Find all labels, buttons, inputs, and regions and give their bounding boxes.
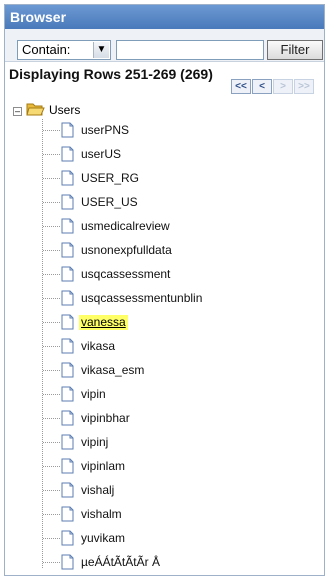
document-icon — [61, 530, 74, 546]
tree-item[interactable]: USER_RG — [43, 167, 303, 191]
tree-connector-line — [43, 250, 60, 251]
next-page-button[interactable]: > — [273, 79, 293, 94]
document-icon — [61, 458, 74, 474]
document-icon — [61, 218, 74, 234]
tree-connector-line — [43, 490, 60, 491]
tree-connector-line — [43, 394, 60, 395]
document-icon — [61, 410, 74, 426]
document-icon — [61, 386, 74, 402]
document-icon — [61, 482, 74, 498]
tree-item-label[interactable]: vikasa — [79, 339, 117, 354]
tree-connector-line — [43, 514, 60, 515]
document-icon — [61, 146, 74, 162]
collapse-toggle-icon[interactable]: – — [13, 107, 22, 116]
tree-item[interactable]: vikasa_esm — [43, 359, 303, 383]
tree-item-label[interactable]: USER_US — [79, 195, 140, 210]
panel-header: Browser — [5, 5, 324, 29]
tree-item-label[interactable]: vishalj — [79, 483, 116, 498]
tree-item-label[interactable]: yuvikam — [79, 531, 127, 546]
document-icon — [61, 434, 74, 450]
document-icon — [61, 314, 74, 330]
match-type-select[interactable]: Contain: ▼ — [17, 40, 111, 60]
document-icon — [61, 362, 74, 378]
document-icon — [61, 170, 74, 186]
filter-text-input[interactable] — [116, 40, 264, 60]
tree-item-label[interactable]: usqcassessmentunblin — [79, 291, 204, 306]
first-page-button[interactable]: << — [231, 79, 251, 94]
browser-panel: Browser Contain: ▼ Filter Displaying Row… — [4, 4, 325, 576]
pager: << < > >> — [231, 76, 315, 94]
document-icon — [61, 338, 74, 354]
document-icon — [61, 242, 74, 258]
tree-item-label[interactable]: vipinbhar — [79, 411, 132, 426]
tree-item[interactable]: vipin — [43, 383, 303, 407]
match-type-value: Contain: — [22, 42, 71, 57]
tree-item-label[interactable]: vishalm — [79, 507, 124, 522]
tree-connector-line — [43, 418, 60, 419]
document-icon — [61, 194, 74, 210]
open-folder-icon — [26, 103, 45, 116]
tree-item[interactable]: vipinj — [43, 431, 303, 455]
tree-item[interactable]: µeÁÁtÃtÃtÃr Å — [43, 551, 303, 575]
document-icon — [61, 506, 74, 522]
tree-item-label[interactable]: vipinj — [79, 435, 110, 450]
tree-item[interactable]: USER_US — [43, 191, 303, 215]
tree-item[interactable]: vishalm — [43, 503, 303, 527]
tree-item[interactable]: yuvikam — [43, 527, 303, 551]
filter-button[interactable]: Filter — [267, 40, 323, 60]
tree-item[interactable]: usmedicalreview — [43, 215, 303, 239]
tree-item[interactable]: userUS — [43, 143, 303, 167]
tree-root-label[interactable]: Users — [49, 103, 80, 117]
tree-item-label[interactable]: USER_RG — [79, 171, 141, 186]
status-row: Displaying Rows 251-269 (269) << < > >> — [5, 67, 324, 97]
tree-item-label[interactable]: vanessa — [79, 315, 128, 330]
tree-item-label[interactable]: vipin — [79, 387, 108, 402]
tree-connector-line — [43, 370, 60, 371]
filter-toolbar: Contain: ▼ Filter — [5, 29, 324, 62]
last-page-button[interactable]: >> — [294, 79, 314, 94]
document-icon — [61, 122, 74, 138]
tree-item-label[interactable]: usmedicalreview — [79, 219, 172, 234]
tree-connector-line — [43, 178, 60, 179]
panel-title: Browser — [10, 9, 67, 25]
tree-item[interactable]: usqcassessmentunblin — [43, 287, 303, 311]
tree-connector-line — [43, 538, 60, 539]
document-icon — [61, 554, 74, 570]
document-icon — [61, 266, 74, 282]
tree-item[interactable]: userPNS — [43, 119, 303, 143]
tree-item[interactable]: vipinbhar — [43, 407, 303, 431]
tree-connector-line — [43, 322, 60, 323]
tree-item-label[interactable]: userPNS — [79, 123, 131, 138]
tree-item[interactable]: vishalj — [43, 479, 303, 503]
tree-item-label[interactable]: µeÁÁtÃtÃtÃr Å — [79, 555, 162, 570]
tree-item[interactable]: vanessa — [43, 311, 303, 335]
tree-item[interactable]: vikasa — [43, 335, 303, 359]
document-icon — [61, 290, 74, 306]
tree-item[interactable]: usqcassessment — [43, 263, 303, 287]
chevron-down-icon[interactable]: ▼ — [93, 42, 109, 58]
row-count-status: Displaying Rows 251-269 (269) — [9, 67, 213, 82]
tree-item-label[interactable]: usnonexpfulldata — [79, 243, 174, 258]
tree-connector-line — [43, 466, 60, 467]
tree-item-label[interactable]: usqcassessment — [79, 267, 172, 282]
tree-connector-line — [43, 562, 60, 563]
tree-connector-line — [43, 274, 60, 275]
tree-item-label[interactable]: vikasa_esm — [79, 363, 146, 378]
tree-item-label[interactable]: userUS — [79, 147, 123, 162]
tree-connector-line — [43, 298, 60, 299]
tree-connector-line — [43, 154, 60, 155]
previous-page-button[interactable]: < — [252, 79, 272, 94]
tree-item[interactable]: usnonexpfulldata — [43, 239, 303, 263]
tree-connector-line — [43, 226, 60, 227]
tree-connector-line — [43, 346, 60, 347]
tree-connector-line — [43, 442, 60, 443]
tree-item-label[interactable]: vipinlam — [79, 459, 127, 474]
tree-connector-line — [43, 202, 60, 203]
tree-connector-line — [43, 130, 60, 131]
tree-item[interactable]: vipinlam — [43, 455, 303, 479]
